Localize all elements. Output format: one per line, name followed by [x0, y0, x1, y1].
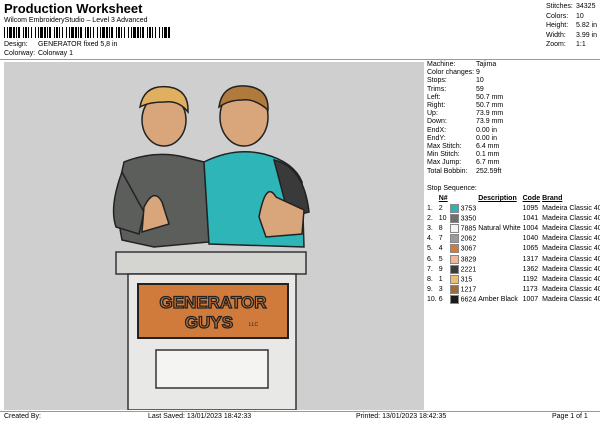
machine-info-row: Up: 73.9 mm: [427, 110, 504, 118]
last-saved: Last Saved: 13/01/2023 18:42:33: [148, 413, 252, 420]
machine-info-row: Stops: 10: [427, 77, 484, 85]
color-swatch: [449, 274, 459, 284]
machine-info-row: Trims: 59: [427, 85, 484, 93]
col-brand: Brand: [542, 195, 563, 202]
machine-info-row: Total Bobbin: 252.59ft: [427, 167, 502, 175]
table-row: 1. 2 3753 1095 Madeira Classic 40: [427, 203, 600, 213]
stats-block: Stitches: 34325 Colors: 10 Height: 5.82 in …: [546, 2, 597, 50]
page-title: Production Worksheet: [4, 1, 143, 16]
col-n: N#: [438, 195, 448, 202]
stat-colors: Colors: 10: [546, 12, 584, 20]
color-swatch: [449, 223, 459, 233]
stat-zoom: Zoom: 1:1: [546, 41, 586, 48]
stat-width: Width: 3.99 in: [546, 31, 598, 39]
table-row: 10. 6 6624 Amber Black 1007 Madeira Classic …: [427, 295, 600, 305]
table-row: 9. 3 1217 1173 Madeira Classic 40: [427, 285, 600, 295]
color-swatch: [449, 234, 459, 244]
design-label: Design:: [4, 41, 28, 48]
machine-info-row: EndX: 0.00 in: [427, 126, 498, 134]
color-swatch: [449, 264, 459, 274]
machine-info-row: Color changes: 9: [427, 69, 480, 77]
stop-sequence-table: N# Description Code Brand 1. 2 3753 1095 Ma…: [427, 195, 600, 305]
podium-blank-panel: [155, 349, 269, 389]
design-row: Design: GENERATOR fixed 5,8 in: [4, 41, 117, 48]
sign-llc: LLC: [249, 322, 259, 328]
machine-info-row: EndY: 0.00 in: [427, 134, 498, 142]
footer-divider: [0, 411, 600, 412]
col-code: Code: [522, 195, 541, 202]
table-row: 6. 5 3829 1317 Madeira Classic 40: [427, 254, 600, 264]
table-row: 5. 4 3067 1065 Madeira Classic 40: [427, 244, 600, 254]
podium-top: [115, 251, 307, 275]
machine-info-row: Left: 50.7 mm: [427, 93, 504, 101]
table-row: 7. 9 2221 1362 Madeira Classic 40: [427, 264, 600, 274]
color-swatch: [449, 295, 459, 305]
machine-info: Machine: Tajima Color changes: 9 Stops: 10 Tri…: [427, 61, 503, 176]
table-row: 4. 7 2062 1040 Madeira Classic 40: [427, 234, 600, 244]
table-row: 3. 8 7885 Natural White 1004 Madeira Classic…: [427, 223, 600, 233]
stat-height: Height: 5.82 in: [546, 22, 598, 29]
design-value: GENERATOR fixed 5,8 in: [37, 41, 118, 48]
machine-info-row: Min Stitch: 0.1 mm: [427, 151, 500, 159]
machine-info-row: Max Jump: 6.7 mm: [427, 159, 500, 167]
stop-sequence-heading: Stop Sequence:: [427, 185, 477, 192]
table-row: 8. 1 315 1192 Madeira Classic 40: [427, 274, 600, 284]
table-header: N# Description Code Brand: [427, 195, 600, 203]
header-divider: [0, 59, 600, 60]
color-swatch: [449, 203, 459, 213]
machine-info-row: Machine: Tajima: [427, 61, 497, 68]
colorway-value: Colorway 1: [37, 50, 73, 57]
printed-date: Printed: 13/01/2023 18:42:35: [356, 413, 447, 420]
sign-line2: GUYS: [185, 313, 233, 332]
page-number: Page 1 of 1: [552, 413, 588, 420]
stat-stitches: Stitches: 34325: [546, 3, 596, 10]
software-subtitle: Wilcom EmbroideryStudio – Level 3 Advanc…: [4, 17, 148, 24]
color-swatch: [449, 285, 459, 295]
embroidery-artwork: GENERATOR GUYS LLC: [112, 85, 310, 411]
color-swatch: [449, 254, 459, 264]
colorway-label: Colorway:: [4, 50, 36, 57]
sign-line1: GENERATOR: [159, 293, 266, 312]
color-swatch: [449, 213, 459, 223]
machine-info-row: Max Stitch: 6.4 mm: [427, 143, 500, 151]
colorway-row: Colorway: Colorway 1: [4, 50, 73, 57]
barcode: [4, 27, 170, 38]
machine-info-row: Right: 50.7 mm: [427, 102, 504, 110]
col-description: Description: [478, 195, 517, 202]
design-preview: GENERATOR GUYS LLC: [4, 62, 424, 411]
created-by: Created By:: [4, 413, 41, 420]
table-row: 2. 10 3350 1041 Madeira Classic 40: [427, 213, 600, 223]
color-swatch: [449, 244, 459, 254]
machine-info-row: Down: 73.9 mm: [427, 118, 504, 126]
